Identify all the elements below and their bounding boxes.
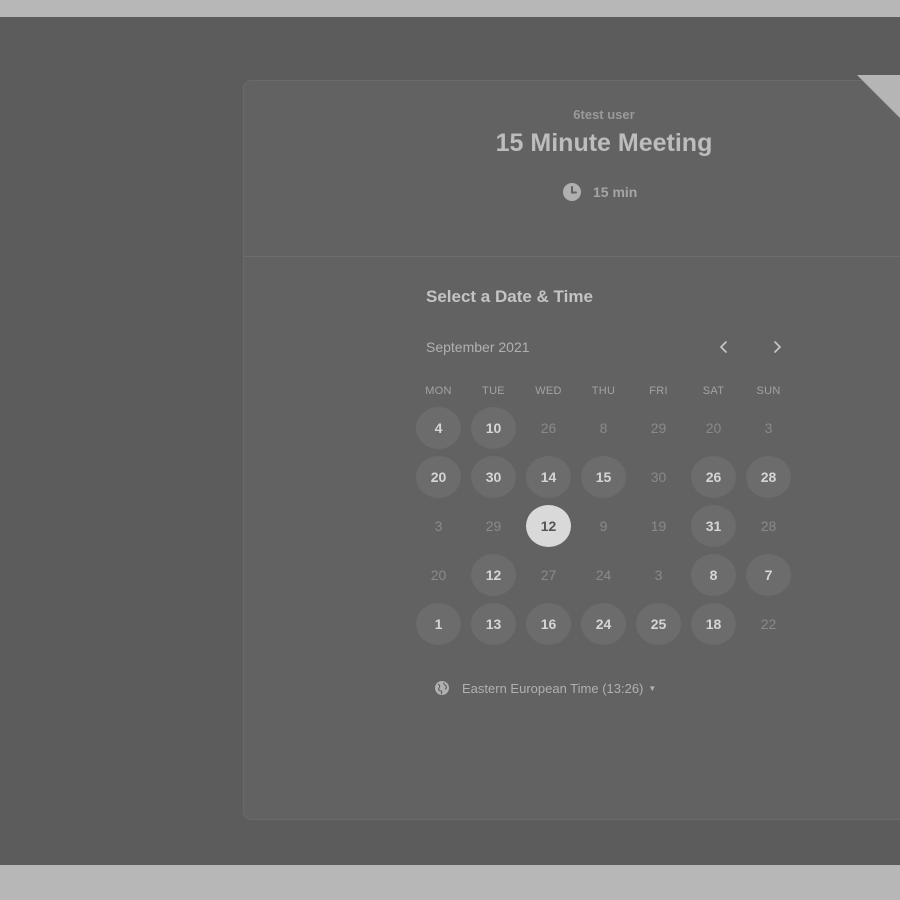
- unavailable-date: 20: [430, 566, 447, 583]
- unavailable-date: 24: [595, 566, 612, 583]
- chevron-left-icon: [719, 341, 727, 353]
- day-cell: 27: [521, 550, 576, 599]
- day-cell: 19: [631, 501, 686, 550]
- day-cell: 31: [686, 501, 741, 550]
- event-header: 6test user 15 Minute Meeting 15 min: [244, 81, 900, 257]
- day-cell: 30: [466, 452, 521, 501]
- available-date-button[interactable]: 20: [416, 455, 461, 498]
- previous-month-button[interactable]: [712, 335, 736, 359]
- duration-label: 15 min: [593, 184, 638, 200]
- day-cell: 16: [521, 599, 576, 648]
- host-name: 6test user: [573, 107, 635, 122]
- day-cell: 24: [576, 599, 631, 648]
- day-cell: 4: [411, 403, 466, 452]
- day-cell: 24: [576, 550, 631, 599]
- available-date-button[interactable]: 14: [526, 455, 571, 498]
- available-date-button[interactable]: 10: [471, 406, 516, 449]
- day-cell: 9: [576, 501, 631, 550]
- weekday-label: FRI: [649, 385, 668, 397]
- day-cell: 3: [741, 403, 796, 452]
- day-cell: 29: [631, 403, 686, 452]
- weekday-label: MON: [425, 385, 452, 397]
- day-cell: 29: [466, 501, 521, 550]
- clock-icon: [563, 183, 581, 201]
- globe-icon: [435, 681, 449, 695]
- calendar-days-grid: 4 10 26 8 29 20 3 20 30 14 15 30 26 28 3 29 12 9 19 31 28 20 1…: [411, 403, 796, 648]
- selected-date-button[interactable]: 12: [526, 504, 571, 547]
- timezone-selector[interactable]: Eastern European Time (13:26) ▼: [434, 680, 656, 696]
- event-duration: 15 min: [562, 182, 637, 202]
- unavailable-date: 28: [760, 517, 777, 534]
- day-cell: 20: [411, 550, 466, 599]
- day-cell: 28: [741, 452, 796, 501]
- day-cell: 20: [686, 403, 741, 452]
- day-cell: 20: [411, 452, 466, 501]
- unavailable-date: 26: [540, 419, 557, 436]
- weekday-label: WED: [535, 385, 562, 397]
- available-date-button[interactable]: 28: [746, 455, 791, 498]
- day-cell: 14: [521, 452, 576, 501]
- weekday-header: MON TUE WED THU FRI SAT SUN: [411, 385, 796, 397]
- day-cell: 8: [686, 550, 741, 599]
- weekday-label: TUE: [482, 385, 505, 397]
- day-cell: 10: [466, 403, 521, 452]
- day-cell: 30: [631, 452, 686, 501]
- next-month-button[interactable]: [765, 335, 789, 359]
- available-date-button[interactable]: 13: [471, 602, 516, 645]
- available-date-button[interactable]: 16: [526, 602, 571, 645]
- weekday-label: THU: [591, 385, 616, 397]
- available-date-button[interactable]: 8: [691, 553, 736, 596]
- available-date-button[interactable]: 24: [581, 602, 626, 645]
- unavailable-date: 30: [650, 468, 667, 485]
- day-cell: 3: [411, 501, 466, 550]
- day-cell: 25: [631, 599, 686, 648]
- available-date-button[interactable]: 26: [691, 455, 736, 498]
- available-date-button[interactable]: 18: [691, 602, 736, 645]
- available-date-button[interactable]: 4: [416, 406, 461, 449]
- day-cell: 26: [686, 452, 741, 501]
- weekday-label: SAT: [702, 385, 725, 397]
- day-cell: 8: [576, 403, 631, 452]
- unavailable-date: 19: [650, 517, 667, 534]
- unavailable-date: 27: [540, 566, 557, 583]
- day-cell: 12: [466, 550, 521, 599]
- event-title: 15 Minute Meeting: [495, 129, 713, 157]
- day-cell: 7: [741, 550, 796, 599]
- unavailable-date: 3: [434, 517, 443, 534]
- available-date-button[interactable]: 30: [471, 455, 516, 498]
- caret-down-icon: ▼: [648, 683, 657, 693]
- day-cell: 28: [741, 501, 796, 550]
- weekday-label: SUN: [756, 385, 781, 397]
- chevron-right-icon: [774, 341, 782, 353]
- unavailable-date: 3: [764, 419, 773, 436]
- day-cell: 22: [741, 599, 796, 648]
- booking-card: 6test user 15 Minute Meeting 15 min Sele…: [243, 80, 900, 820]
- unavailable-date: 9: [599, 517, 608, 534]
- unavailable-date: 20: [705, 419, 722, 436]
- day-cell: 26: [521, 403, 576, 452]
- section-title: Select a Date & Time: [426, 287, 593, 306]
- unavailable-date: 29: [485, 517, 502, 534]
- corner-ribbon: [857, 75, 900, 118]
- available-date-button[interactable]: 15: [581, 455, 626, 498]
- available-date-button[interactable]: 12: [471, 553, 516, 596]
- available-date-button[interactable]: 31: [691, 504, 736, 547]
- unavailable-date: 22: [760, 615, 777, 632]
- unavailable-date: 29: [650, 419, 667, 436]
- day-cell: 18: [686, 599, 741, 648]
- day-cell: 15: [576, 452, 631, 501]
- month-label: September 2021: [426, 339, 530, 355]
- day-cell: 1: [411, 599, 466, 648]
- available-date-button[interactable]: 7: [746, 553, 791, 596]
- unavailable-date: 3: [654, 566, 663, 583]
- available-date-button[interactable]: 1: [416, 602, 461, 645]
- day-cell: 13: [466, 599, 521, 648]
- available-date-button[interactable]: 25: [636, 602, 681, 645]
- day-cell: 3: [631, 550, 686, 599]
- timezone-label: Eastern European Time (13:26): [462, 680, 644, 696]
- unavailable-date: 8: [599, 419, 608, 436]
- day-cell: 12: [521, 501, 576, 550]
